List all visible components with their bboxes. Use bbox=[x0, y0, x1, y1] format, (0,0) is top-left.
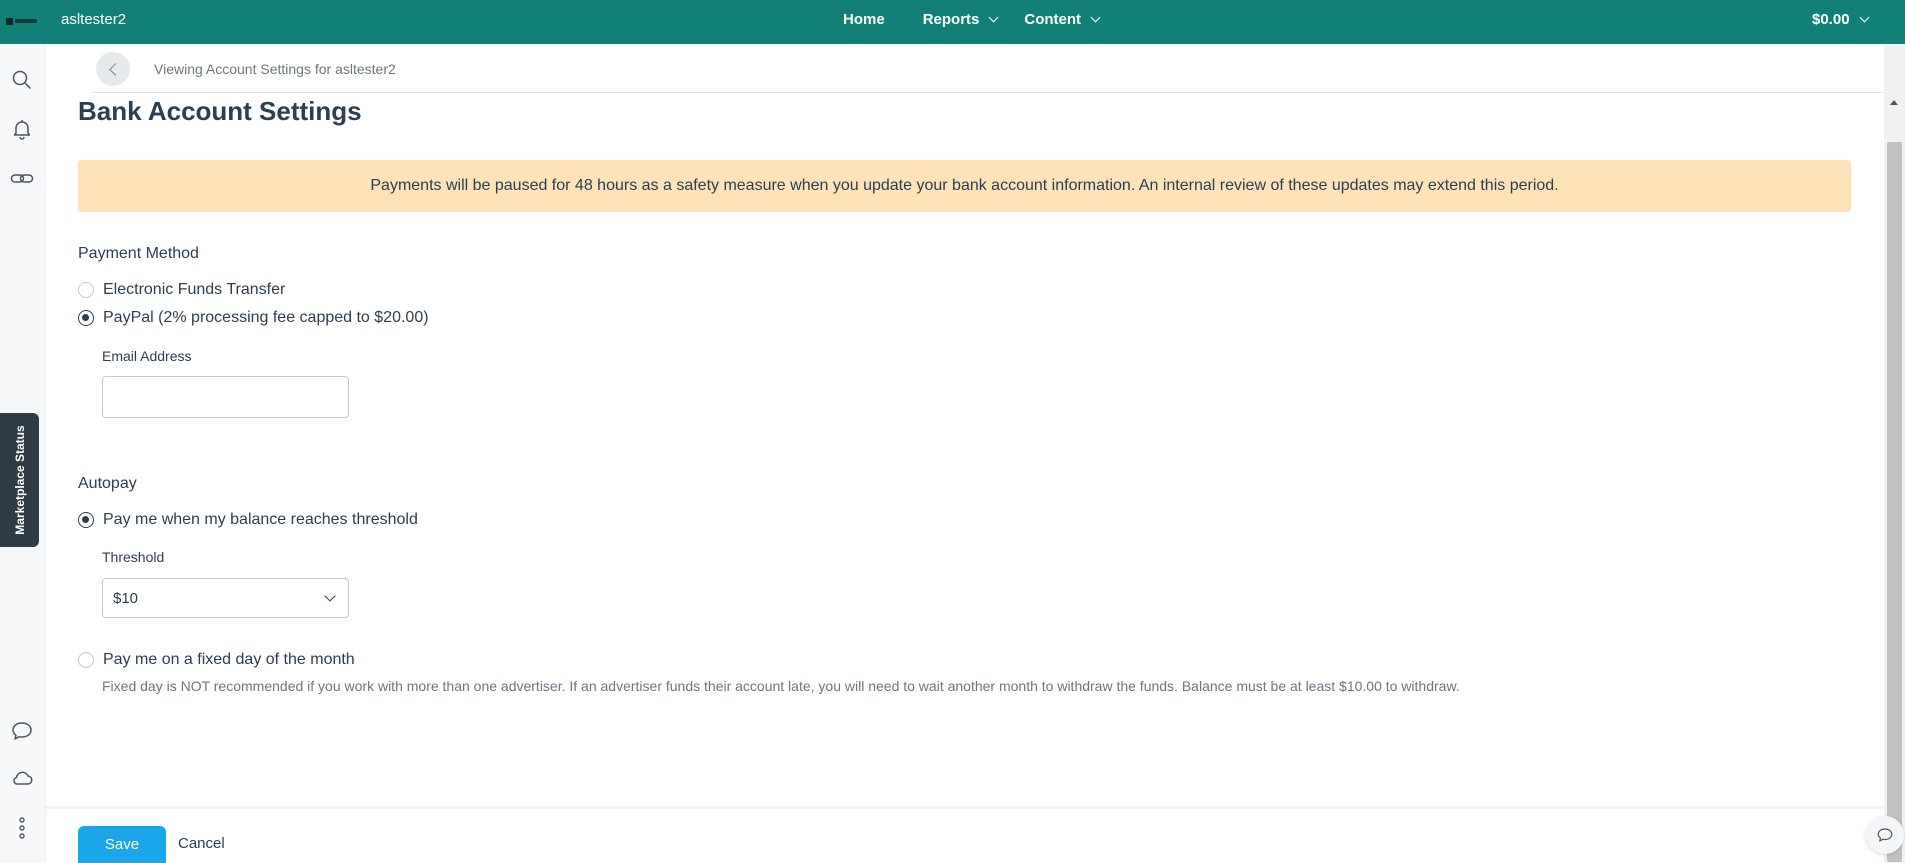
radio-eft[interactable]: Electronic Funds Transfer bbox=[78, 281, 285, 299]
header-divider bbox=[93, 92, 1883, 93]
radio-fixed-day-circle[interactable] bbox=[78, 652, 94, 668]
cloud-icon[interactable] bbox=[10, 766, 34, 790]
back-button[interactable] bbox=[96, 52, 130, 86]
marketplace-status-label: Marketplace Status bbox=[12, 425, 27, 535]
app-logo[interactable] bbox=[6, 15, 38, 27]
link-icon[interactable] bbox=[10, 167, 34, 191]
payment-method-label: Payment Method bbox=[78, 245, 199, 262]
cancel-button[interactable]: Cancel bbox=[178, 835, 225, 852]
radio-eft-circle[interactable] bbox=[78, 282, 94, 298]
threshold-selected-value: $10 bbox=[113, 589, 139, 607]
chevron-down-icon bbox=[1859, 12, 1869, 23]
more-icon[interactable] bbox=[10, 816, 34, 840]
chevron-left-icon bbox=[108, 62, 122, 76]
threshold-select[interactable]: $10 bbox=[102, 578, 349, 618]
nav-reports[interactable]: Reports bbox=[922, 11, 999, 28]
chat-icon[interactable] bbox=[10, 719, 34, 743]
threshold-label: Threshold bbox=[102, 549, 165, 565]
balance-value: $0.00 bbox=[1812, 11, 1850, 28]
radio-paypal[interactable]: PayPal (2% processing fee capped to $20.… bbox=[78, 309, 429, 327]
marketplace-status-tab[interactable]: Marketplace Status bbox=[0, 413, 39, 547]
radio-paypal-label: PayPal (2% processing fee capped to $20.… bbox=[103, 309, 429, 326]
nav-home-label: Home bbox=[843, 11, 885, 28]
balance-menu[interactable]: $0.00 bbox=[1812, 11, 1869, 28]
notice-text: Payments will be paused for 48 hours as … bbox=[370, 177, 1559, 194]
page-title: Bank Account Settings bbox=[78, 96, 362, 126]
scroll-up-arrow-icon[interactable] bbox=[1890, 100, 1898, 105]
account-name[interactable]: asltester2 bbox=[61, 11, 126, 28]
main-nav: Home Reports Content bbox=[843, 11, 1101, 28]
radio-threshold-circle[interactable] bbox=[78, 512, 94, 528]
nav-content[interactable]: Content bbox=[1024, 11, 1101, 28]
bell-icon[interactable] bbox=[10, 117, 34, 141]
radio-fixed-day-label: Pay me on a fixed day of the month bbox=[103, 651, 355, 668]
logo-wordmark-icon bbox=[15, 19, 37, 23]
chevron-down-icon bbox=[324, 590, 336, 602]
radio-paypal-circle[interactable] bbox=[78, 310, 94, 326]
radio-fixed-day[interactable]: Pay me on a fixed day of the month bbox=[78, 651, 355, 669]
top-bar: asltester2 Home Reports Content $0.00 bbox=[0, 0, 1905, 44]
nav-content-label: Content bbox=[1024, 11, 1082, 28]
radio-threshold-label: Pay me when my balance reaches threshold bbox=[103, 511, 418, 528]
chat-bubble-icon bbox=[1877, 828, 1893, 842]
nav-home[interactable]: Home bbox=[843, 11, 885, 28]
footer-divider bbox=[46, 806, 1884, 809]
page-scrollbar[interactable] bbox=[1884, 44, 1905, 863]
chevron-down-icon bbox=[988, 12, 999, 23]
email-address-label: Email Address bbox=[102, 348, 192, 364]
nav-reports-label: Reports bbox=[922, 11, 980, 28]
viewing-account-text: Viewing Account Settings for asltester2 bbox=[154, 61, 396, 77]
save-button[interactable]: Save bbox=[78, 826, 166, 863]
chevron-down-icon bbox=[1090, 12, 1101, 23]
autopay-label: Autopay bbox=[78, 475, 137, 492]
fixed-day-help-text: Fixed day is NOT recommended if you work… bbox=[102, 678, 1460, 694]
support-chat-button[interactable] bbox=[1866, 816, 1904, 854]
scrollbar-thumb[interactable] bbox=[1887, 142, 1902, 862]
logo-mark-icon bbox=[6, 17, 13, 25]
search-icon[interactable] bbox=[10, 68, 34, 92]
payment-pause-notice: Payments will be paused for 48 hours as … bbox=[78, 160, 1851, 212]
email-address-input[interactable] bbox=[102, 376, 349, 418]
radio-eft-label: Electronic Funds Transfer bbox=[103, 281, 286, 298]
radio-threshold[interactable]: Pay me when my balance reaches threshold bbox=[78, 511, 418, 529]
